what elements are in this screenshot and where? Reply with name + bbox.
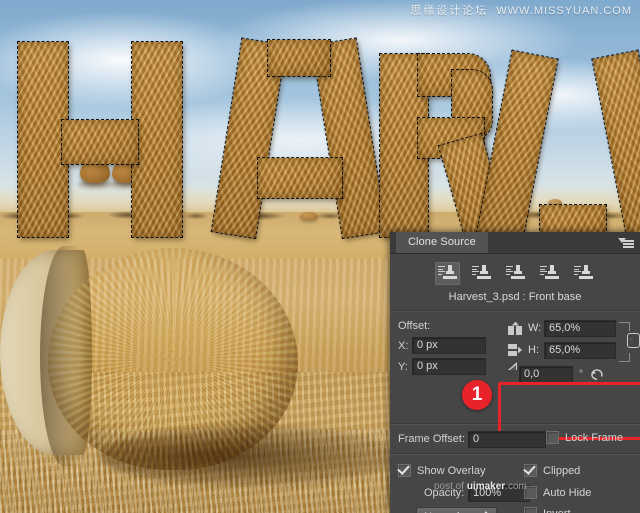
height-row: H: 65,0%	[508, 339, 636, 361]
frame-offset-label: Frame Offset:	[398, 433, 466, 445]
clone-source-slot-3[interactable]	[503, 262, 528, 285]
clone-source-slot-2[interactable]	[469, 262, 494, 285]
offset-x-input[interactable]: 0 px	[412, 337, 486, 354]
offset-y-row: Y: 0 px	[398, 358, 503, 375]
angle-input[interactable]: 0,0	[519, 365, 573, 383]
flip-horizontal-icon[interactable]	[508, 321, 523, 335]
clone-stamp-icon	[505, 265, 525, 282]
offset-x-row: X: 0 px	[398, 337, 503, 354]
clone-source-slot-1[interactable]	[434, 262, 460, 285]
angle-row: 0,0 °	[508, 362, 636, 385]
auto-hide-label: Auto Hide	[543, 486, 592, 499]
clone-source-slot-4[interactable]	[537, 262, 562, 285]
clone-source-slot-5[interactable]	[571, 262, 596, 285]
degree-symbol: °	[579, 368, 583, 380]
clipped-checkbox[interactable]: Clipped	[524, 464, 580, 477]
offset-y-label: Y:	[398, 360, 408, 373]
panel-tab-bar: Clone Source	[390, 232, 640, 254]
clone-stamp-icon	[539, 265, 559, 282]
watermark-top-url: WWW.MISSYUAN.COM	[496, 5, 632, 17]
offset-x-label: X:	[398, 339, 409, 352]
auto-hide-checkbox[interactable]: Auto Hide	[524, 486, 591, 499]
link-wh-icon[interactable]	[627, 333, 640, 348]
offset-column: Offset: X: 0 px Y: 0 px	[398, 320, 503, 379]
lock-frame-checkbox[interactable]: Lock Frame	[546, 431, 623, 444]
reset-transform-icon[interactable]	[590, 368, 604, 381]
watermark-top-cn: 思缘设计论坛	[410, 5, 489, 17]
show-overlay-checkbox[interactable]: Show Overlay	[398, 464, 485, 477]
invert-checkbox[interactable]: Invert	[524, 507, 571, 513]
height-input[interactable]: 65,0%	[544, 341, 616, 359]
tab-clone-source[interactable]: Clone Source	[396, 232, 488, 253]
offset-transform-section: Offset: X: 0 px Y: 0 px W: 65,0% H: 65,0…	[390, 312, 640, 440]
link-bracket-top	[619, 322, 630, 331]
lock-frame-box	[546, 431, 559, 444]
watermark-bottom: post of uimaker.com	[434, 481, 527, 492]
watermark-top: 思缘设计论坛 WWW.MISSYUAN.COM	[410, 2, 632, 18]
panel-menu-icon[interactable]	[618, 237, 634, 248]
clone-source-panel: Clone Source Harvest_3.psd: Front base …	[390, 232, 640, 513]
width-label: W:	[528, 322, 542, 334]
show-overlay-box	[398, 464, 411, 477]
width-input[interactable]: 65,0%	[544, 319, 616, 337]
show-overlay-label: Show Overlay	[417, 464, 486, 477]
letter-a-crossbar	[257, 157, 343, 199]
clipped-label: Clipped	[543, 464, 581, 477]
watermark-bottom-prefix: post of	[434, 481, 467, 492]
clone-stamp-icon	[437, 265, 457, 282]
height-label: H:	[528, 344, 539, 356]
flip-vertical-icon[interactable]	[508, 343, 523, 357]
watermark-bottom-brand: uimaker	[466, 481, 506, 492]
blend-mode-select[interactable]: Normal	[416, 507, 497, 513]
frame-offset-input[interactable]: 0	[468, 431, 546, 448]
watermark-bottom-suffix: .com	[505, 481, 527, 492]
letter-h-left-stem	[17, 41, 69, 238]
frame-section: Frame Offset: 0 Lock Frame	[390, 425, 640, 453]
letter-a-apex	[267, 39, 331, 77]
transform-column: W: 65,0% H: 65,0% 0,0 °	[508, 317, 640, 385]
invert-label: Invert	[543, 508, 571, 513]
letter-h-crossbar	[61, 119, 139, 165]
letter-h-right-stem	[131, 41, 183, 238]
angle-icon	[508, 362, 517, 378]
clone-source-slots	[390, 254, 640, 288]
invert-box	[524, 507, 537, 513]
offset-label: Offset:	[398, 320, 431, 332]
clone-source-title: Harvest_3.psd : Front base	[448, 291, 582, 303]
lock-frame-label: Lock Frame	[565, 431, 624, 444]
clone-stamp-icon	[471, 265, 491, 282]
annotation-badge-1: 1	[462, 380, 492, 410]
link-bracket-bottom	[619, 353, 630, 362]
offset-y-input[interactable]: 0 px	[412, 358, 486, 375]
width-row: W: 65,0%	[508, 317, 636, 339]
clipped-box	[524, 464, 537, 477]
screenshot-root: 思缘设计论坛 WWW.MISSYUAN.COM Clone Source Har…	[0, 0, 640, 513]
clone-stamp-icon	[573, 265, 593, 282]
